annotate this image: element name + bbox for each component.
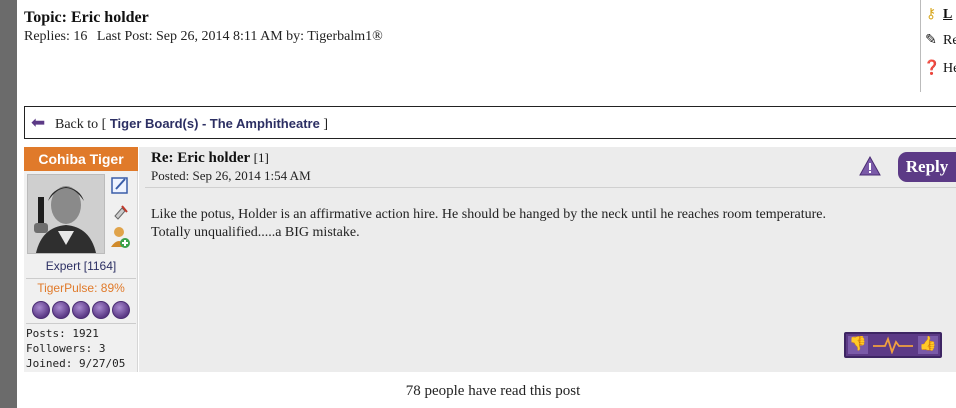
author-joined: Joined: 9/27/05 xyxy=(26,357,126,370)
pulse-orb xyxy=(52,301,70,319)
report-warning-icon[interactable] xyxy=(859,155,881,176)
breadcrumb-amphitheatre[interactable]: The Amphitheatre xyxy=(210,116,320,131)
pulse-orb xyxy=(92,301,110,319)
author-posts: Posts: 1921 xyxy=(26,327,99,340)
post-date: Posted: Sep 26, 2014 1:54 AM xyxy=(151,168,311,183)
reply-button[interactable]: Reply xyxy=(898,152,956,182)
quick-links: ⚷L ✎Re ❓He xyxy=(920,0,956,96)
forum-post: Cohiba Tiger Expert [1164] TigerPulse: 8… xyxy=(24,147,956,372)
follow-user-icon[interactable] xyxy=(110,225,130,251)
back-prefix: Back to [ xyxy=(55,117,107,132)
back-suffix: ] xyxy=(323,117,328,132)
author-followers: Followers: 3 xyxy=(26,342,106,355)
pulse-orb xyxy=(72,301,90,319)
pulse-line-icon xyxy=(873,336,913,354)
back-arrow-icon[interactable]: ⬅ xyxy=(31,114,45,131)
read-count: 78 people have read this post xyxy=(405,383,581,399)
breadcrumb-dash: - xyxy=(201,116,207,131)
quick-link-login-label: L xyxy=(943,7,953,22)
pulse-orb xyxy=(32,301,50,319)
author-stats: Posts: 1921 Followers: 3 Joined: 9/27/05 xyxy=(26,326,125,371)
help-icon: ❓ xyxy=(923,61,941,76)
back-breadcrumb: Back to [ Tiger Board(s) - The Amphithea… xyxy=(55,116,328,133)
avatar-image xyxy=(28,175,104,253)
left-gutter xyxy=(0,0,17,408)
post-content: Re: Eric holder [1] Posted: Sep 26, 2014… xyxy=(139,147,956,372)
author-username[interactable]: Cohiba Tiger xyxy=(24,147,138,171)
tiger-pulse[interactable]: TigerPulse: 89% xyxy=(24,281,138,295)
back-navigation-bar: ⬅ Back to [ Tiger Board(s) - The Amphith… xyxy=(24,106,956,139)
quick-links-divider xyxy=(920,0,921,92)
edit-profile-icon[interactable] xyxy=(110,175,130,195)
quick-link-help-label: He xyxy=(943,61,956,76)
thumbs-up-icon[interactable]: 👍 xyxy=(918,336,938,354)
topic-last-post: Last Post: Sep 26, 2014 8:11 AM by: Tige… xyxy=(96,29,383,44)
post-body: Like the potus, Holder is an affirmative… xyxy=(151,206,951,242)
key-icon: ⚷ xyxy=(925,7,937,22)
pulse-orb xyxy=(112,301,130,319)
topic-title: Topic: Eric holder xyxy=(24,9,149,26)
post-title: Re: Eric holder [1] xyxy=(151,150,269,167)
quick-link-reply[interactable]: ✎ Re xyxy=(923,32,956,49)
post-header-divider xyxy=(145,187,956,188)
reply-doc-icon: ✎ xyxy=(925,33,937,48)
post-number[interactable]: [1] xyxy=(254,150,269,165)
quick-link-reply-label: Re xyxy=(943,33,956,48)
vote-widget: 👎 👍 xyxy=(844,332,942,358)
quick-link-login[interactable]: ⚷ L xyxy=(923,6,952,23)
breadcrumb-tiger-boards[interactable]: Tiger Board(s) xyxy=(110,116,199,131)
mute-user-icon[interactable] xyxy=(110,202,130,222)
sidebar-divider xyxy=(26,323,136,324)
pulse-orbs xyxy=(32,301,132,319)
thumbs-down-icon[interactable]: 👎 xyxy=(848,336,868,354)
post-title-text: Re: Eric holder xyxy=(151,150,250,166)
post-body-line: Totally unqualified.....a BIG mistake. xyxy=(151,225,360,240)
topic-meta: Replies: 16 Last Post: Sep 26, 2014 8:11… xyxy=(24,29,389,45)
sidebar-divider xyxy=(26,278,136,279)
avatar[interactable] xyxy=(27,174,105,254)
post-author-sidebar: Cohiba Tiger Expert [1164] TigerPulse: 8… xyxy=(24,147,138,372)
topic-replies: Replies: 16 xyxy=(24,29,88,44)
author-rank[interactable]: Expert [1164] xyxy=(24,259,138,273)
quick-link-help[interactable]: ❓He xyxy=(923,60,956,77)
post-body-line: Like the potus, Holder is an affirmative… xyxy=(151,207,827,222)
